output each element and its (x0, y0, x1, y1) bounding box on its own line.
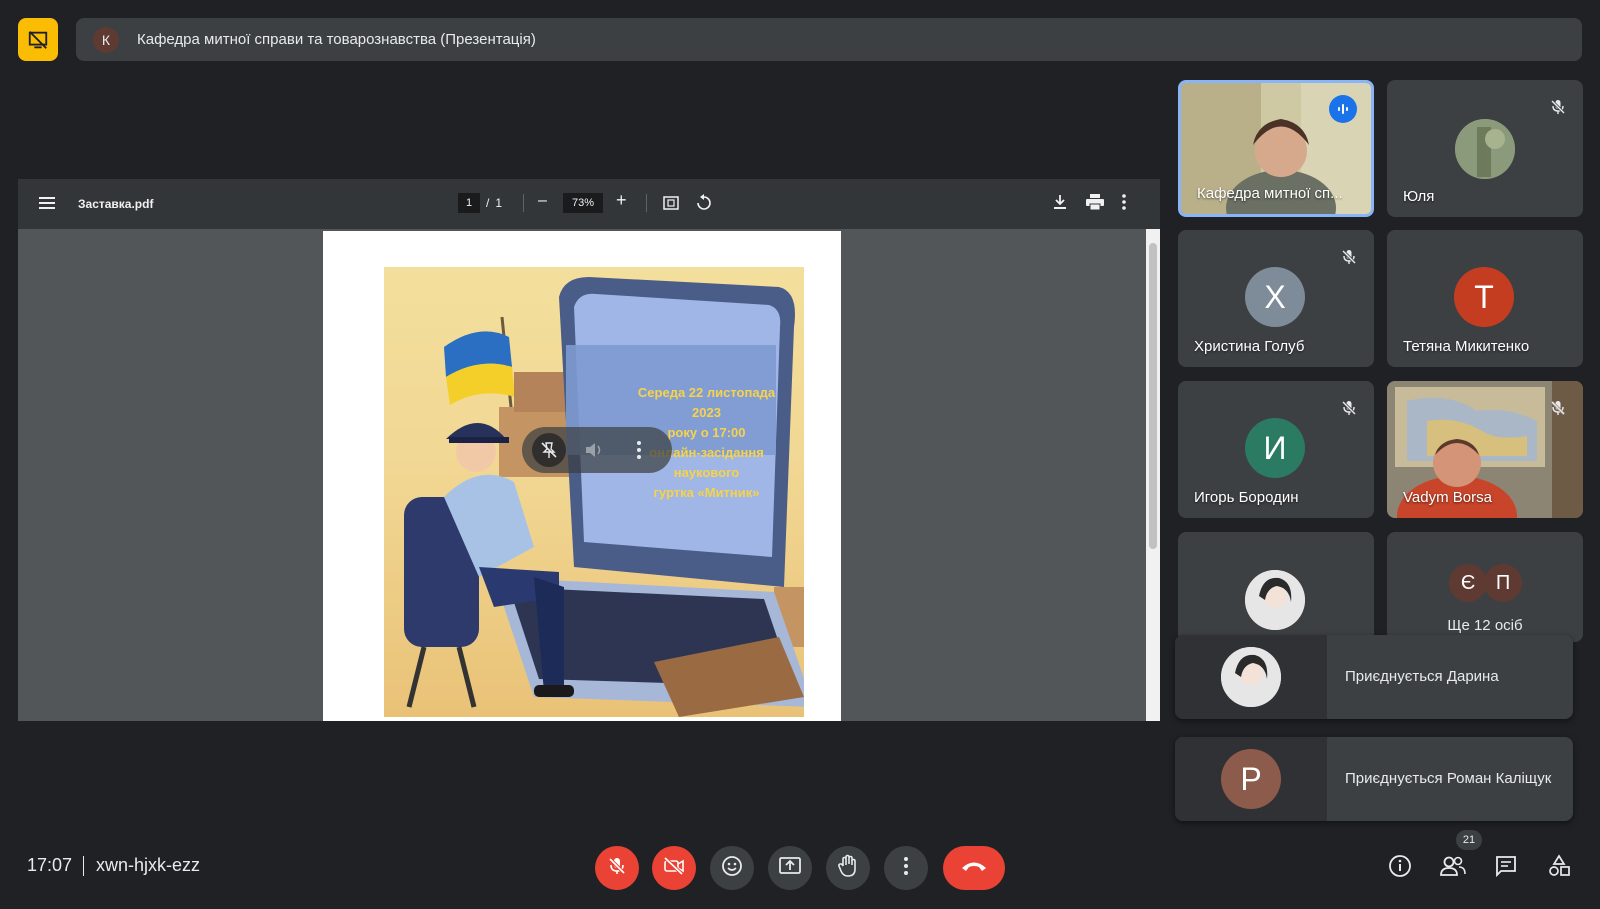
avatar: И (1245, 418, 1305, 478)
scroll-thumb[interactable] (1149, 243, 1157, 549)
mic-off-icon (1545, 395, 1571, 421)
camera-toggle-button[interactable] (652, 846, 696, 890)
participant-name: Кафедра митної сп... (1197, 185, 1343, 202)
participant-tile[interactable] (1178, 532, 1374, 642)
page-total: 1 (495, 196, 503, 210)
avatar (1221, 647, 1281, 707)
participant-name: Игорь Бородин (1194, 489, 1299, 506)
leave-call-button[interactable] (943, 846, 1005, 890)
chat-button[interactable] (1491, 853, 1521, 883)
participant-tile[interactable]: И Игорь Бородин (1178, 381, 1374, 518)
present-now-button[interactable] (768, 846, 812, 890)
reactions-button[interactable] (710, 846, 754, 890)
page-indicator: 1 / 1 (458, 193, 502, 213)
meeting-clock: 17:07 (27, 855, 73, 875)
participant-tile[interactable]: Юля (1387, 80, 1583, 217)
activities-button[interactable] (1544, 853, 1574, 883)
chat-icon (1494, 854, 1518, 883)
mic-off-icon (1545, 94, 1571, 120)
toolbar-divider (646, 194, 647, 212)
rotate-icon[interactable] (695, 194, 713, 215)
pdf-filename: Заставка.pdf (78, 197, 154, 211)
notification-media: Р (1175, 737, 1327, 821)
presentation-hover-controls (522, 427, 672, 473)
pdf-page: Середа 22 листопада 2023 року о 17:00 он… (323, 231, 841, 721)
avatar (1245, 570, 1305, 630)
participant-name: Vadym Borsa (1403, 489, 1492, 506)
download-icon[interactable] (1052, 194, 1068, 213)
speaking-indicator-icon (1329, 95, 1357, 123)
notification-media (1175, 635, 1327, 719)
toolbar-divider (523, 194, 524, 212)
participant-name: Тетяна Микитенко (1403, 338, 1530, 355)
notification-text: Приєднується Дарина (1345, 668, 1499, 685)
raise-hand-button[interactable] (826, 846, 870, 890)
page-input[interactable]: 1 (458, 193, 480, 213)
zoom-in-icon[interactable]: + (616, 190, 627, 211)
presentation-title-bar: К Кафедра митної справи та товарознавств… (76, 18, 1582, 61)
participant-count-badge: 21 (1456, 830, 1482, 850)
more-vert-icon (903, 856, 909, 881)
participant-name: Юля (1403, 188, 1435, 205)
more-participants-label: Ще 12 осіб (1447, 617, 1523, 634)
poster-line: Середа 22 листопада 2023 (637, 385, 776, 420)
call-end-icon (960, 859, 988, 878)
avatar: Х (1245, 267, 1305, 327)
fit-page-icon[interactable] (663, 195, 679, 214)
presentation-title: Кафедра митної справи та товарознавства … (137, 31, 536, 48)
people-icon (1439, 854, 1467, 883)
present-stop-icon[interactable] (18, 18, 58, 61)
hand-icon (837, 854, 859, 883)
presenter-avatar: К (93, 26, 119, 53)
avatar: Р (1221, 749, 1281, 809)
present-to-all-icon (778, 856, 802, 881)
poster-illustration: Середа 22 листопада 2023 року о 17:00 он… (384, 267, 804, 717)
info-icon (1388, 854, 1412, 883)
mic-toggle-button[interactable] (595, 846, 639, 890)
pdf-toolbar: Заставка.pdf 1 / 1 – 73% + (18, 179, 1160, 229)
unpin-icon[interactable] (532, 433, 566, 467)
volume-icon[interactable] (584, 440, 604, 465)
participant-tile[interactable]: Кафедра митної сп... (1178, 80, 1374, 217)
more-vert-icon[interactable] (636, 440, 642, 465)
participant-tile[interactable]: Х Христина Голуб (1178, 230, 1374, 367)
zoom-level[interactable]: 73% (563, 193, 603, 213)
pdf-scrollbar[interactable] (1146, 229, 1160, 721)
zoom-out-icon[interactable]: – (538, 192, 547, 210)
avatar (1455, 119, 1515, 179)
menu-icon[interactable] (39, 196, 55, 213)
page-separator: / (486, 196, 490, 210)
participant-tile[interactable]: Т Тетяна Микитенко (1387, 230, 1583, 367)
shared-screen-pdf-viewer: Заставка.pdf 1 / 1 – 73% + Середа 22 лис… (18, 179, 1160, 721)
avatar: Т (1454, 267, 1514, 327)
join-notification: Приєднується Дарина (1175, 635, 1573, 719)
meeting-code: xwn-hjxk-ezz (96, 855, 201, 875)
avatar: Є (1449, 564, 1487, 602)
join-notification: Р Приєднується Роман Каліщук (1175, 737, 1573, 821)
mic-off-icon (1336, 395, 1362, 421)
more-participants-tile[interactable]: Є П Ще 12 осіб (1387, 532, 1583, 642)
divider (83, 856, 84, 876)
people-button[interactable] (1438, 853, 1468, 883)
participant-name: Христина Голуб (1194, 338, 1305, 355)
print-icon[interactable] (1086, 194, 1104, 213)
mic-off-icon (607, 856, 627, 881)
poster-line: гуртка «Митник» (653, 485, 760, 500)
meeting-details-button[interactable] (1385, 853, 1415, 883)
camera-off-icon (663, 856, 685, 881)
avatar: П (1484, 564, 1522, 602)
activities-icon (1547, 853, 1571, 883)
more-vert-icon[interactable] (1121, 194, 1127, 213)
participant-tile[interactable]: Vadym Borsa (1387, 381, 1583, 518)
more-options-button[interactable] (884, 846, 928, 890)
mic-off-icon (1336, 244, 1362, 270)
emoji-icon (721, 855, 743, 882)
notification-text: Приєднується Роман Каліщук (1345, 770, 1552, 787)
